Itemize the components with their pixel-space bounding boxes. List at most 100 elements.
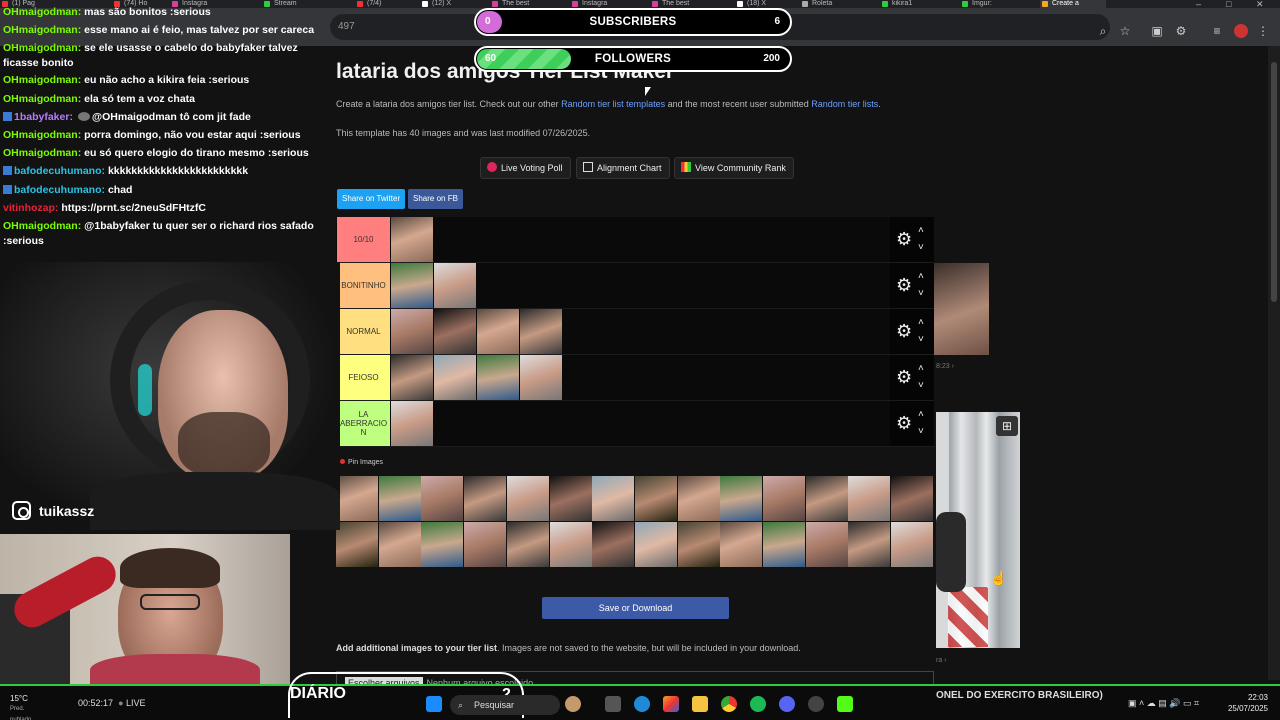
chat-username[interactable]: OHmaigodman: [3, 220, 78, 232]
copilot-icon[interactable]: [663, 696, 679, 712]
pool-image[interactable]: [592, 522, 635, 567]
screenshot-icon[interactable]: ▣: [1150, 24, 1164, 38]
move-tier-up-icon[interactable]: ˄: [918, 364, 924, 374]
random-tierlists-link[interactable]: Random tier lists: [811, 99, 878, 109]
browser-tab[interactable]: Create a: [1040, 0, 1106, 8]
tier-image[interactable]: [391, 309, 433, 354]
obs-icon[interactable]: [808, 696, 824, 712]
tier-image[interactable]: [434, 263, 476, 308]
pool-image[interactable]: [805, 522, 848, 567]
pool-image[interactable]: [720, 522, 763, 567]
tier-image[interactable]: [520, 355, 562, 400]
tier-settings-gear-icon[interactable]: ⚙: [896, 276, 912, 294]
move-tier-down-icon[interactable]: ˅: [918, 335, 924, 345]
pool-image[interactable]: [848, 476, 891, 521]
task-view-icon[interactable]: [605, 696, 621, 712]
browser-tab[interactable]: (7/4): [355, 0, 416, 8]
chat-username[interactable]: OHmaigodman: [3, 42, 78, 54]
pin-images-label[interactable]: Pin Images: [340, 459, 383, 466]
chrome-icon[interactable]: [721, 696, 737, 712]
pool-image[interactable]: [634, 522, 677, 567]
chat-username[interactable]: OHmaigodman: [3, 93, 78, 105]
move-tier-up-icon[interactable]: ˄: [918, 410, 924, 420]
chat-username[interactable]: OHmaigodman: [3, 24, 78, 36]
chat-username[interactable]: 1babyfaker: [14, 111, 69, 123]
media-icon[interactable]: ≡: [1210, 24, 1224, 38]
system-clock[interactable]: 22:03 25/07/2025: [1222, 692, 1268, 714]
move-tier-up-icon[interactable]: ˄: [918, 318, 924, 328]
pool-image[interactable]: [549, 476, 592, 521]
browser-tab[interactable]: The best: [490, 0, 566, 8]
community-rank-button[interactable]: View Community Rank: [674, 157, 794, 179]
extensions-icon[interactable]: ⚙: [1174, 24, 1188, 38]
pool-image[interactable]: [763, 476, 805, 521]
taskbar-search[interactable]: ⌕ Pesquisar: [450, 695, 560, 715]
pool-image[interactable]: [848, 522, 891, 567]
browser-tab[interactable]: Imgur:: [960, 0, 1036, 8]
chat-username[interactable]: OHmaigodman: [3, 74, 78, 86]
chat-username[interactable]: bafodecuhumano: [14, 165, 102, 177]
file-explorer-icon[interactable]: [692, 696, 708, 712]
tier-settings-gear-icon[interactable]: ⚙: [896, 368, 912, 386]
chat-username[interactable]: vitinhozap: [3, 202, 55, 214]
pool-image[interactable]: [592, 476, 635, 521]
pool-image[interactable]: [506, 476, 549, 521]
tier-image[interactable]: [520, 309, 562, 354]
tier-settings-gear-icon[interactable]: ⚙: [896, 322, 912, 340]
pool-image[interactable]: [421, 476, 464, 521]
expand-grid-icon[interactable]: ⊞: [996, 416, 1018, 436]
random-templates-link[interactable]: Random tier list templates: [561, 99, 665, 109]
move-tier-down-icon[interactable]: ˅: [918, 381, 924, 391]
page-scrollbar[interactable]: [1268, 46, 1280, 680]
browser-tab[interactable]: (18) X: [735, 0, 796, 8]
tier-image[interactable]: [477, 355, 519, 400]
browser-tab[interactable]: Roleta: [800, 0, 876, 8]
tier-image[interactable]: [434, 309, 476, 354]
pool-image[interactable]: [677, 476, 720, 521]
browser-tab[interactable]: The best: [650, 0, 731, 8]
move-tier-up-icon[interactable]: ˄: [918, 272, 924, 282]
chat-username[interactable]: bafodecuhumano: [14, 184, 102, 196]
pool-image[interactable]: [891, 476, 934, 521]
tier-settings-gear-icon[interactable]: ⚙: [896, 230, 912, 248]
pool-image[interactable]: [720, 476, 763, 521]
pool-image[interactable]: [336, 476, 378, 521]
pool-image[interactable]: [549, 522, 592, 567]
live-voting-poll-button[interactable]: Live Voting Poll: [480, 157, 571, 179]
profile-avatar[interactable]: [1234, 24, 1248, 38]
pool-image[interactable]: [378, 476, 421, 521]
move-tier-down-icon[interactable]: ˅: [918, 427, 924, 437]
tray-icons[interactable]: ▣ ˄ ☁ ▤ 🔊 ▭ ⌗: [1128, 698, 1199, 709]
tier-label[interactable]: FEIOSO: [337, 355, 390, 400]
tier-image[interactable]: [391, 401, 433, 446]
tier-image[interactable]: [391, 263, 433, 308]
tier-image[interactable]: [391, 217, 433, 262]
pool-image[interactable]: [763, 522, 805, 567]
browser-tab[interactable]: (12) X: [420, 0, 486, 8]
edge-icon[interactable]: [634, 696, 650, 712]
pool-image[interactable]: [464, 522, 507, 567]
tier-image[interactable]: [477, 309, 519, 354]
windows-start-icon[interactable]: [426, 696, 442, 712]
pool-image[interactable]: [421, 522, 464, 567]
zoom-icon[interactable]: ⌕: [1096, 24, 1110, 38]
taskbar-avatar-icon[interactable]: [565, 696, 581, 712]
tier-image[interactable]: [391, 355, 433, 400]
save-download-button[interactable]: Save or Download: [542, 597, 729, 619]
pool-image[interactable]: [506, 522, 549, 567]
move-tier-down-icon[interactable]: ˅: [918, 289, 924, 299]
spotify-icon[interactable]: [750, 696, 766, 712]
bookmark-star-icon[interactable]: ☆: [1118, 24, 1132, 38]
chat-username[interactable]: OHmaigodman: [3, 6, 78, 18]
share-twitter-button[interactable]: Share on Twitter: [337, 189, 406, 209]
menu-dots-icon[interactable]: ⋮: [1256, 24, 1270, 38]
tier-label[interactable]: BONITINHO: [337, 263, 390, 308]
tier-label[interactable]: LA ABERRACIO N: [337, 401, 390, 446]
tier-label[interactable]: NORMAL: [337, 309, 390, 354]
tier-image[interactable]: [434, 355, 476, 400]
kick-icon[interactable]: [837, 696, 853, 712]
browser-tab[interactable]: kikira1: [880, 0, 956, 8]
tier-settings-gear-icon[interactable]: ⚙: [896, 414, 912, 432]
scroll-thumb[interactable]: [1271, 62, 1277, 302]
pool-image[interactable]: [464, 476, 507, 521]
